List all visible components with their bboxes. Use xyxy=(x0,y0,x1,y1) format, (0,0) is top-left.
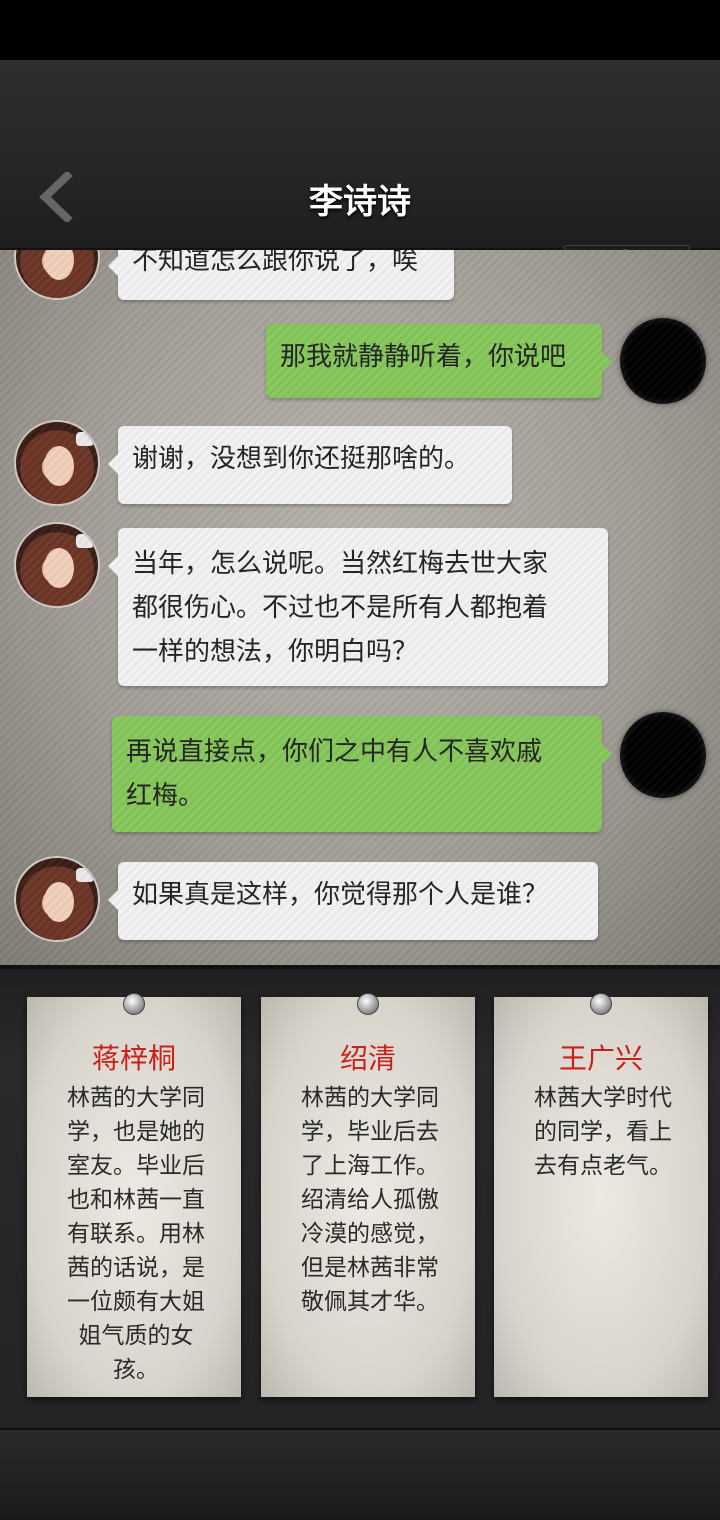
message-line: 再说直接点，你们之中有人不喜欢戚 xyxy=(126,737,543,767)
message-bubble: 谢谢，没想到你还挺那啥的。 xyxy=(108,426,512,504)
message-text: 谢谢，没想到你还挺那啥的。 xyxy=(132,444,471,474)
avatar xyxy=(14,420,100,506)
card-name: 绍清 xyxy=(339,1042,396,1075)
card-desc-line: 学，毕业后去 xyxy=(301,1119,439,1145)
card-desc-line: 了上海工作。 xyxy=(301,1153,439,1179)
card-name: 王广兴 xyxy=(558,1042,643,1075)
card-desc-line: 茜的话说，是 xyxy=(67,1255,205,1281)
pin-icon xyxy=(590,993,612,1015)
message-line: 都很伤心。不过也不是所有人都抱着 xyxy=(132,593,549,623)
card-desc-line: 室友。毕业后 xyxy=(67,1153,205,1179)
avatar xyxy=(620,318,706,404)
status-bar xyxy=(0,0,720,60)
card-desc: 林茜的大学同 学，也是她的 室友。毕业后 也和林茜一直 有联系。用林 茜的话说，… xyxy=(53,1081,219,1387)
message-line: 当年，怎么说呢。当然红梅去世大家 xyxy=(132,549,549,579)
card-desc-line: 林茜的大学同 xyxy=(67,1085,205,1111)
message-bubble: 再说直接点，你们之中有人不喜欢戚 红梅。 xyxy=(112,716,612,832)
card-desc: 林茜大学时代 的同学，看上 去有点老气。 xyxy=(520,1081,686,1183)
suspect-card-wang-guangxing[interactable]: 王广兴 林茜大学时代 的同学，看上 去有点老气。 xyxy=(494,993,708,1397)
card-desc-line: 绍清给人孤傲 xyxy=(301,1187,439,1213)
card-desc-line: 学，也是她的 xyxy=(67,1119,205,1145)
chat-area[interactable]: 不知道怎么跟你说了，唉 那我就静静听着，你说吧 谢谢，没想到你还挺那啥的。 当年… xyxy=(0,250,720,965)
avatar xyxy=(14,250,100,300)
message-line: 红梅。 xyxy=(126,781,205,811)
suspect-card-jiang-zitong[interactable]: 蒋梓桐 林茜的大学同 学，也是她的 室友。毕业后 也和林茜一直 有联系。用林 茜… xyxy=(27,993,241,1397)
message-bubble: 那我就静静听着，你说吧 xyxy=(266,324,612,398)
card-desc-line: 孩。 xyxy=(113,1357,159,1383)
message-text: 如果真是这样，你觉得那个人是谁？ xyxy=(132,880,549,910)
card-desc-line: 姐气质的女 xyxy=(78,1323,194,1349)
page-title: 李诗诗 xyxy=(309,182,411,222)
message-bubble: 如果真是这样，你觉得那个人是谁？ xyxy=(108,862,598,940)
card-desc-line: 冷漠的感觉， xyxy=(301,1221,439,1247)
message-bubble: 当年，怎么说呢。当然红梅去世大家 都很伤心。不过也不是所有人都抱着 一样的想法，… xyxy=(108,528,608,686)
pin-icon xyxy=(357,993,379,1015)
message-bubble: 不知道怎么跟你说了，唉 xyxy=(108,250,454,300)
avatar xyxy=(14,856,100,942)
suspect-card-shao-qing[interactable]: 绍清 林茜的大学同 学，毕业后去 了上海工作。 绍清给人孤傲 冷漠的感觉， 但是… xyxy=(261,993,475,1397)
card-desc-line: 敬佩其才华。 xyxy=(301,1289,439,1315)
card-name: 蒋梓桐 xyxy=(91,1042,176,1075)
card-desc-line: 但是林茜非常 xyxy=(301,1255,439,1281)
avatar xyxy=(14,522,100,608)
suspect-cards: 蒋梓桐 林茜的大学同 学，也是她的 室友。毕业后 也和林茜一直 有联系。用林 茜… xyxy=(0,965,720,1428)
message-text: 不知道怎么跟你说了，唉 xyxy=(132,250,419,276)
card-desc-line: 林茜大学时代 xyxy=(534,1085,672,1111)
avatar xyxy=(620,712,706,798)
message-line: 一样的想法，你明白吗？ xyxy=(132,637,419,667)
footer-bar xyxy=(0,1428,720,1520)
card-desc-line: 林茜的大学同 xyxy=(301,1085,439,1111)
card-desc: 林茜的大学同 学，毕业后去 了上海工作。 绍清给人孤傲 冷漠的感觉， 但是林茜非… xyxy=(287,1081,453,1319)
card-desc-line: 也和林茜一直 xyxy=(67,1187,205,1213)
message-text: 那我就静静听着，你说吧 xyxy=(280,342,567,372)
card-desc-line: 去有点老气。 xyxy=(534,1153,672,1179)
card-desc-line: 一位颇有大姐 xyxy=(67,1289,205,1315)
pin-icon xyxy=(123,993,145,1015)
card-desc-line: 有联系。用林 xyxy=(67,1221,205,1247)
card-desc-line: 的同学，看上 xyxy=(534,1119,672,1145)
